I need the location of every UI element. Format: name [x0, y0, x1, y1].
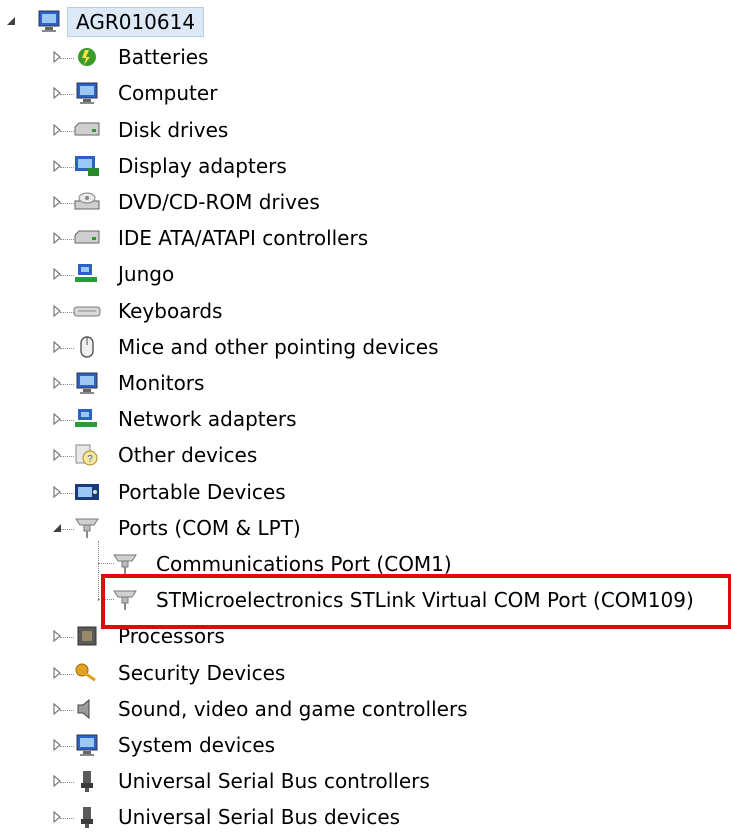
device-label: Communications Port (COM1): [156, 552, 452, 576]
computer-icon: [70, 78, 104, 108]
disk-drive-icon: [70, 115, 104, 145]
expand-arrow-icon[interactable]: [50, 195, 64, 209]
category-label: Processors: [118, 624, 225, 649]
category-monitors[interactable]: Monitors: [0, 366, 731, 400]
expand-arrow-icon[interactable]: [50, 304, 64, 318]
port-icon: [70, 513, 104, 543]
category-label: Universal Serial Bus controllers: [118, 769, 430, 794]
category-dvd-cd-rom[interactable]: DVD/CD-ROM drives: [0, 185, 731, 219]
category-label: System devices: [118, 733, 276, 757]
expand-arrow-icon[interactable]: [50, 86, 64, 100]
device-stlink[interactable]: STMicroelectronics STLink Virtual COM Po…: [0, 583, 731, 617]
category-label: DVD/CD-ROM drives: [118, 190, 320, 214]
optical-drive-icon: [70, 187, 104, 217]
display-adapter-icon: [70, 151, 104, 181]
category-label: IDE ATA/ATAPI controllers: [118, 226, 369, 251]
category-other-devices[interactable]: ? Other devices: [0, 438, 731, 472]
category-processors[interactable]: Processors: [0, 619, 731, 653]
device-manager-tree: AGR010614 Batteries Computer Disk drives Dis…: [0, 0, 731, 831]
category-portable-devices[interactable]: Portable Devices: [0, 475, 731, 509]
category-label: Portable Devices: [118, 479, 286, 504]
category-label: Network adapters: [118, 407, 297, 432]
category-label: Batteries: [118, 45, 209, 70]
category-usb-devices[interactable]: Universal Serial Bus devices: [0, 800, 731, 834]
expand-arrow-icon[interactable]: [50, 340, 64, 354]
usb-icon: [70, 802, 104, 832]
processor-icon: [70, 621, 104, 651]
portable-device-icon: [70, 477, 104, 507]
expand-arrow-icon[interactable]: [50, 412, 64, 426]
device-label: STMicroelectronics STLink Virtual COM Po…: [156, 588, 694, 613]
category-label: Security Devices: [118, 660, 286, 685]
tree-connector: [98, 541, 99, 602]
category-security-devices[interactable]: Security Devices: [0, 656, 731, 690]
category-label: Ports (COM & LPT): [118, 515, 301, 540]
device-com1[interactable]: Communications Port (COM1): [0, 547, 731, 581]
category-ide-ata[interactable]: IDE ATA/ATAPI controllers: [0, 221, 731, 255]
expand-arrow-icon[interactable]: [50, 231, 64, 245]
ide-controller-icon: [70, 223, 104, 253]
expand-arrow-icon[interactable]: [50, 159, 64, 173]
expand-arrow-icon[interactable]: [50, 666, 64, 680]
svg-text:?: ?: [87, 454, 93, 465]
category-label: Disk drives: [118, 117, 229, 142]
network-adapter-icon: [70, 404, 104, 434]
expand-arrow-icon[interactable]: [50, 702, 64, 716]
category-mice[interactable]: Mice and other pointing devices: [0, 330, 731, 364]
category-network-adapters[interactable]: Network adapters: [0, 402, 731, 436]
key-icon: [70, 658, 104, 688]
expand-arrow-icon[interactable]: [50, 485, 64, 499]
expand-arrow-icon[interactable]: [50, 738, 64, 752]
category-label: Jungo: [118, 262, 175, 287]
collapse-arrow-icon[interactable]: [50, 521, 64, 535]
tree-root[interactable]: AGR010614: [0, 4, 731, 38]
category-ports[interactable]: Ports (COM & LPT): [0, 511, 731, 545]
system-icon: [70, 730, 104, 760]
category-keyboards[interactable]: Keyboards: [0, 294, 731, 328]
port-icon: [108, 585, 142, 615]
category-label: Mice and other pointing devices: [118, 334, 439, 359]
category-label: Other devices: [118, 443, 258, 468]
category-system-devices[interactable]: System devices: [0, 728, 731, 762]
expand-arrow-icon[interactable]: [50, 629, 64, 643]
category-disk-drives[interactable]: Disk drives: [0, 113, 731, 147]
expand-arrow-icon[interactable]: [50, 774, 64, 788]
expand-arrow-icon[interactable]: [50, 810, 64, 824]
category-computer[interactable]: Computer: [0, 76, 731, 110]
expand-arrow-icon[interactable]: [50, 448, 64, 462]
collapse-arrow-icon[interactable]: [4, 14, 18, 28]
category-label: Computer: [118, 81, 218, 106]
category-label: Keyboards: [118, 298, 223, 323]
unknown-device-icon: ?: [70, 440, 104, 470]
mouse-icon: [70, 332, 104, 362]
category-label: Display adapters: [118, 153, 287, 178]
keyboard-icon: [70, 296, 104, 326]
expand-arrow-icon[interactable]: [50, 50, 64, 64]
category-jungo[interactable]: Jungo: [0, 257, 731, 291]
monitor-icon: [70, 368, 104, 398]
category-usb-controllers[interactable]: Universal Serial Bus controllers: [0, 764, 731, 798]
category-label: Sound, video and game controllers: [118, 696, 468, 721]
expand-arrow-icon[interactable]: [50, 376, 64, 390]
category-label: Monitors: [118, 371, 205, 395]
root-label: AGR010614: [67, 7, 205, 37]
category-label: Universal Serial Bus devices: [118, 805, 401, 830]
speaker-icon: [70, 694, 104, 724]
usb-icon: [70, 766, 104, 796]
computer-network-icon: [32, 6, 66, 36]
port-icon: [108, 549, 142, 579]
category-display-adapters[interactable]: Display adapters: [0, 149, 731, 183]
expand-arrow-icon[interactable]: [50, 123, 64, 137]
category-sound[interactable]: Sound, video and game controllers: [0, 692, 731, 726]
category-batteries[interactable]: Batteries: [0, 40, 731, 74]
expand-arrow-icon[interactable]: [50, 267, 64, 281]
jungo-icon: [70, 259, 104, 289]
battery-icon: [70, 42, 104, 72]
